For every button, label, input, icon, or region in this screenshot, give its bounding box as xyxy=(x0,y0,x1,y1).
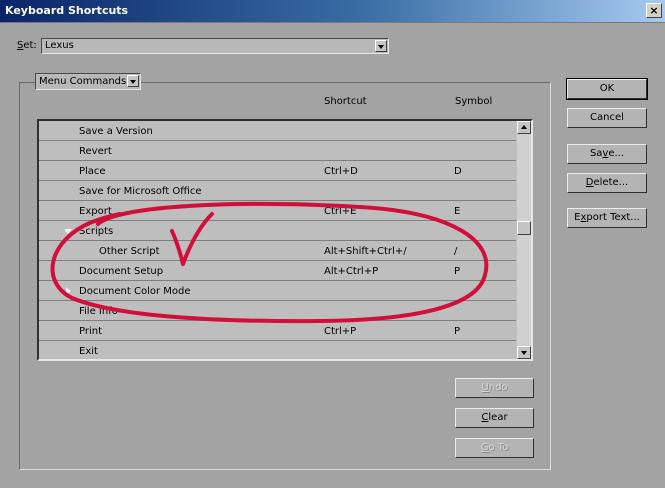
clear-button[interactable]: Clear xyxy=(455,408,534,428)
command-symbol: / xyxy=(454,246,458,257)
command-name: Exit xyxy=(79,346,98,357)
set-label: Set: xyxy=(17,40,37,51)
list-row[interactable]: Other Script Alt+Shift+Ctrl+/ / xyxy=(39,241,516,261)
list-row[interactable]: Save a Version xyxy=(39,121,516,141)
command-symbol: D xyxy=(454,166,462,177)
ok-button[interactable]: OK xyxy=(566,78,648,100)
command-shortcut: Ctrl+D xyxy=(324,166,358,177)
command-category-dropdown[interactable]: Menu Commands xyxy=(35,73,141,90)
command-shortcut: Alt+Ctrl+P xyxy=(324,266,379,277)
command-name: Save a Version xyxy=(79,126,153,137)
command-name: Other Script xyxy=(99,246,160,257)
collapsed-triangle-icon[interactable] xyxy=(66,287,71,295)
list-row[interactable]: Save for Microsoft Office xyxy=(39,181,516,201)
command-symbol: E xyxy=(454,206,461,217)
command-shortcut: Ctrl+E xyxy=(324,206,357,217)
delete-button[interactable]: Delete... xyxy=(567,173,647,193)
export-text-button[interactable]: Export Text... xyxy=(567,208,647,228)
list-row[interactable]: Exit xyxy=(39,341,516,359)
list-row[interactable]: Document Color Mode xyxy=(39,281,516,301)
set-dropdown-value: Lexus xyxy=(45,40,74,51)
list-row[interactable]: Print Ctrl+P P xyxy=(39,321,516,341)
command-shortcut: Alt+Shift+Ctrl+/ xyxy=(324,246,407,257)
command-name: Document Setup xyxy=(79,266,164,277)
list-row[interactable]: Place Ctrl+D D xyxy=(39,161,516,181)
command-name: File Info xyxy=(79,306,118,317)
expanded-triangle-icon[interactable] xyxy=(64,229,72,234)
title-bar: Keyboard Shortcuts × xyxy=(0,0,665,23)
command-name: Document Color Mode xyxy=(79,286,191,297)
cancel-button[interactable]: Cancel xyxy=(567,108,647,128)
scroll-down-arrow-icon[interactable] xyxy=(517,346,531,359)
vertical-scrollbar[interactable] xyxy=(517,121,531,359)
list-row[interactable]: Revert xyxy=(39,141,516,161)
list-row[interactable]: Document Setup Alt+Ctrl+P P xyxy=(39,261,516,281)
go-to-button[interactable]: Go To xyxy=(455,438,534,458)
chevron-down-icon[interactable] xyxy=(375,40,387,52)
command-name: Export xyxy=(79,206,112,217)
command-symbol: P xyxy=(454,326,461,337)
scroll-thumb[interactable] xyxy=(517,221,531,235)
undo-button[interactable]: Undo xyxy=(455,378,534,398)
save-button[interactable]: Save... xyxy=(567,144,647,164)
command-symbol: P xyxy=(454,266,461,277)
column-header-symbol[interactable]: Symbol xyxy=(455,96,492,107)
command-name: Save for Microsoft Office xyxy=(79,186,202,197)
close-button[interactable]: × xyxy=(646,3,662,18)
list-row[interactable]: File Info xyxy=(39,301,516,321)
command-category-value: Menu Commands xyxy=(39,76,127,87)
shortcut-list[interactable]: Save a Version Revert Place Ctrl+D D Save for… xyxy=(37,119,533,361)
list-row[interactable]: Export Ctrl+E E xyxy=(39,201,516,221)
command-name: Place xyxy=(79,166,106,177)
window-title: Keyboard Shortcuts xyxy=(5,4,129,17)
set-dropdown[interactable]: Lexus xyxy=(41,38,389,54)
command-name: Scripts xyxy=(79,226,114,237)
scroll-up-arrow-icon[interactable] xyxy=(517,121,531,134)
command-name: Revert xyxy=(79,146,112,157)
chevron-down-icon[interactable] xyxy=(127,75,139,87)
command-name: Print xyxy=(79,326,103,337)
list-row[interactable]: Scripts xyxy=(39,221,516,241)
column-header-shortcut[interactable]: Shortcut xyxy=(324,96,367,107)
command-shortcut: Ctrl+P xyxy=(324,326,357,337)
